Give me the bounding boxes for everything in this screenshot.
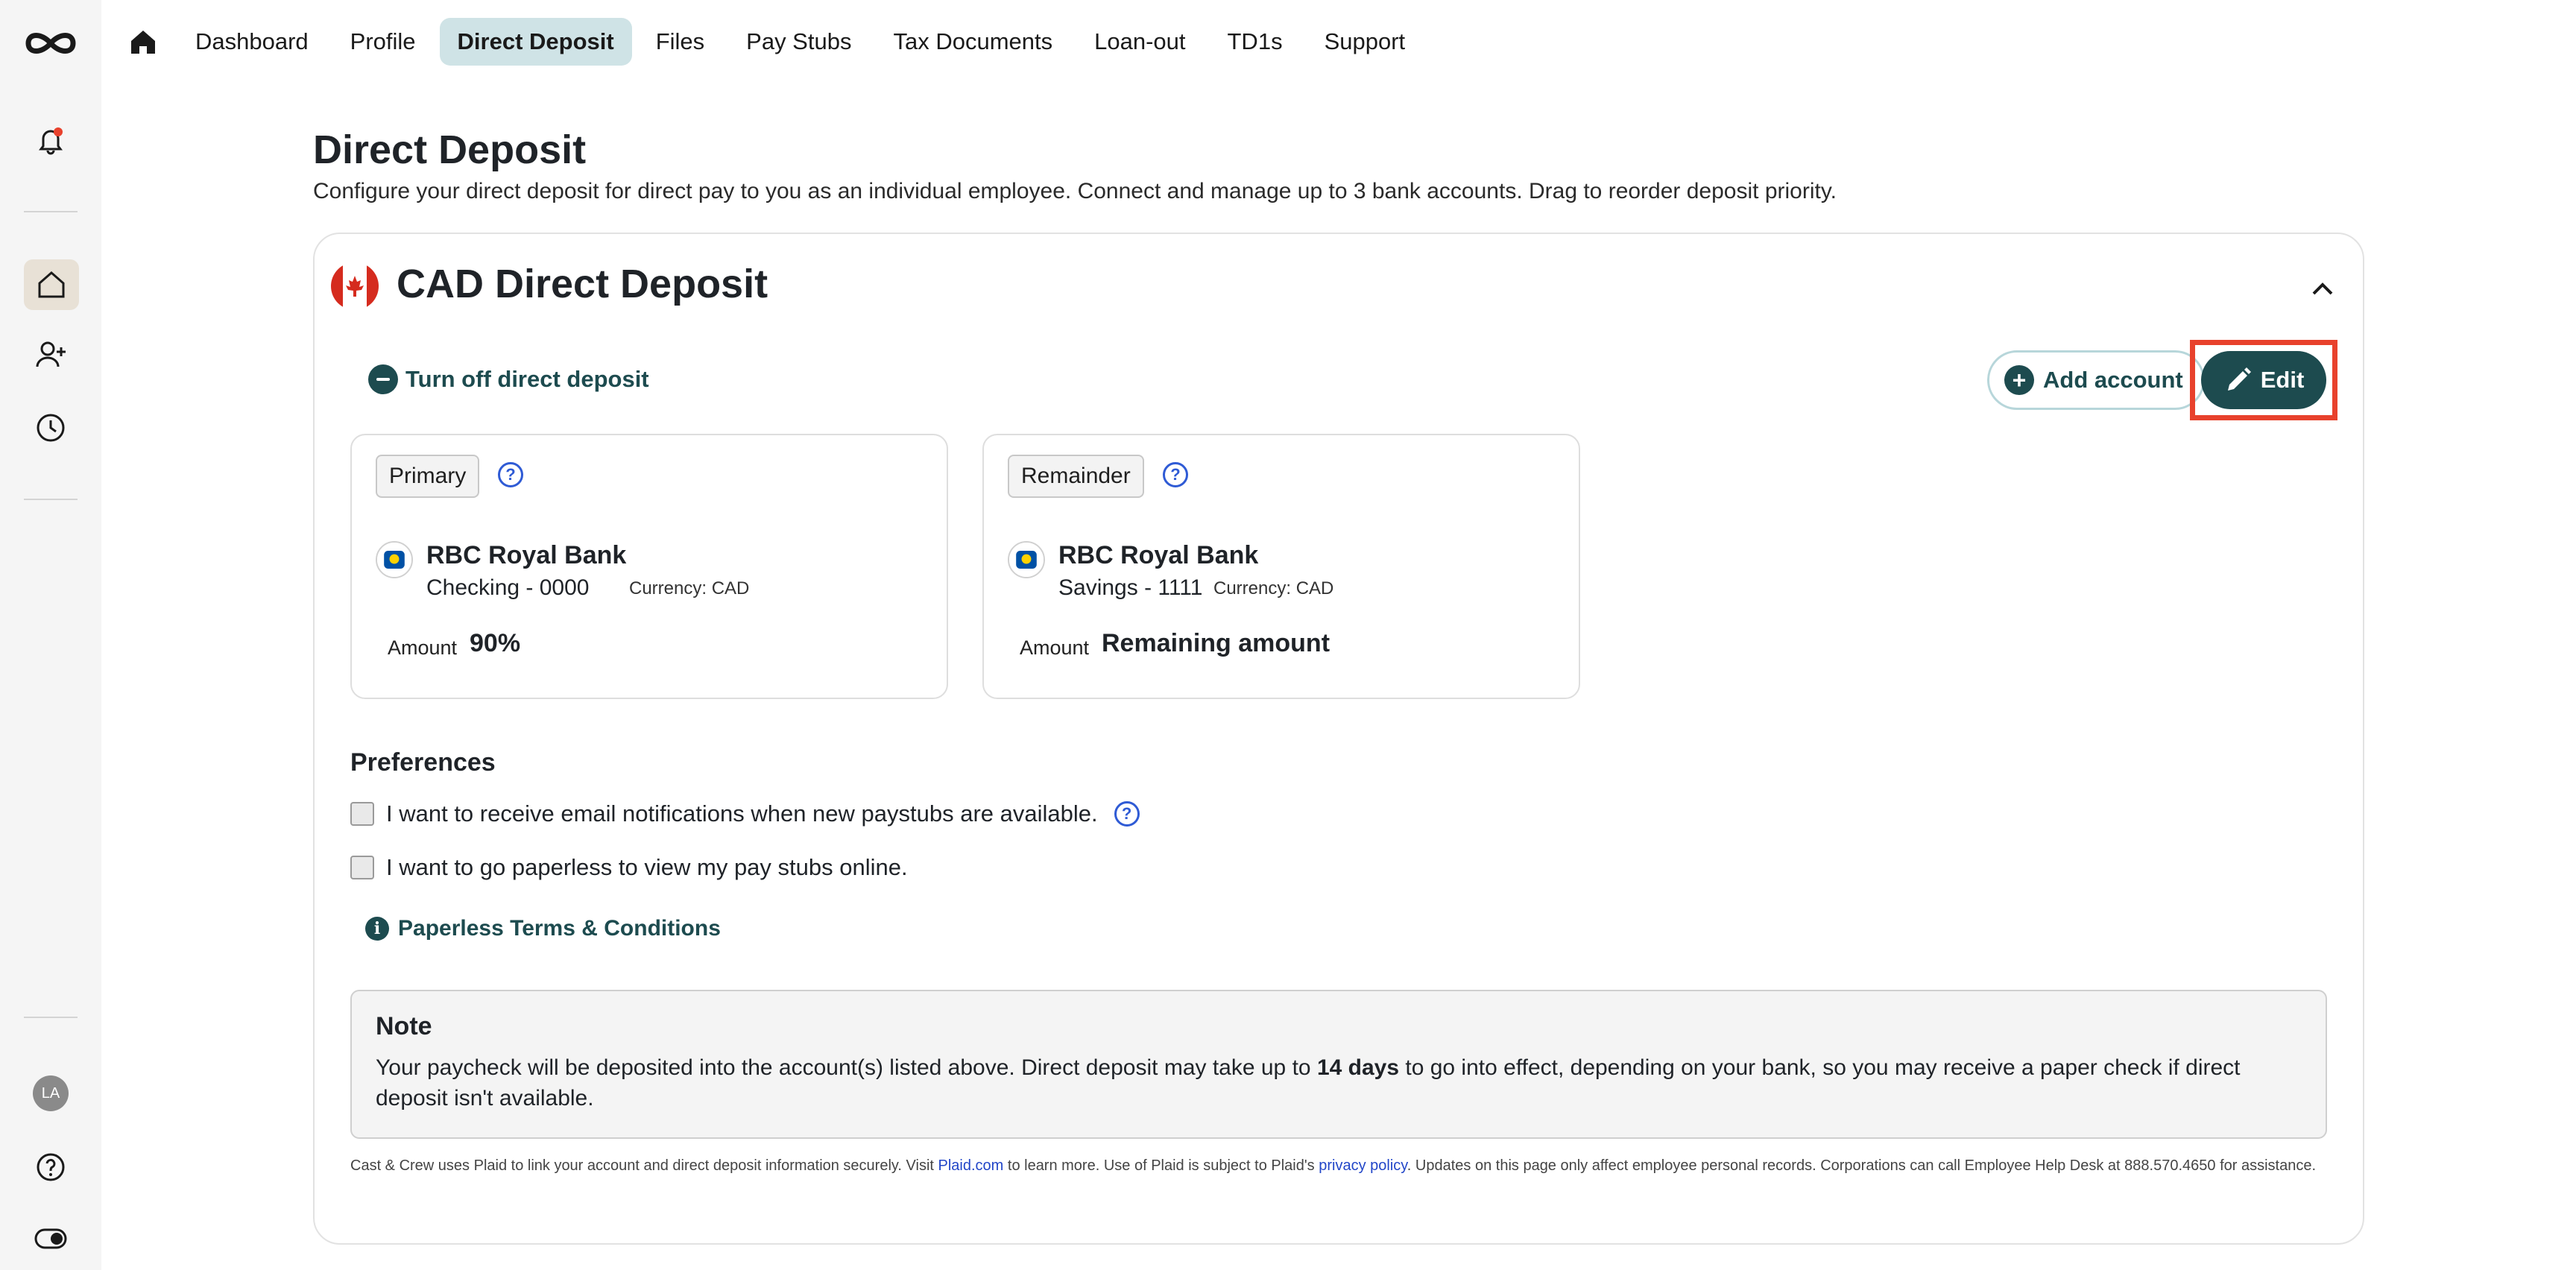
info-icon: i [365,917,389,941]
turn-off-direct-deposit-button[interactable]: Turn off direct deposit [368,364,649,394]
email-notifications-label[interactable]: I want to receive email notifications wh… [386,800,1098,827]
amount-value: Remaining amount [1102,629,1330,657]
account-number: Savings - 1111 [1058,575,1203,600]
nav-files[interactable]: Files [638,18,722,66]
paperless-terms-link[interactable]: i Paperless Terms & Conditions [365,916,721,941]
note-box: Note Your paycheck will be deposited int… [350,990,2327,1139]
home-icon[interactable] [24,259,79,310]
edit-button[interactable]: Edit [2201,351,2326,409]
paperless-terms-label: Paperless Terms & Conditions [398,916,721,941]
note-body-text: Your paycheck will be deposited into the… [376,1055,1317,1080]
page-subtitle: Configure your direct deposit for direct… [313,179,1837,203]
note-body: Your paycheck will be deposited into the… [376,1053,2284,1113]
theme-toggle-icon[interactable] [28,1216,73,1261]
nav-loan-out[interactable]: Loan-out [1076,18,1203,66]
plus-circle-icon: + [2004,365,2034,395]
chevron-up-icon[interactable] [2306,273,2339,306]
question-help-icon[interactable]: ? [1163,462,1188,487]
paperless-row: I want to go paperless to view my pay st… [350,854,908,881]
paperless-checkbox[interactable] [350,856,374,879]
nav-pay-stubs[interactable]: Pay Stubs [728,18,869,66]
account-currency: Currency: CAD [1213,578,1334,598]
priority-badge: Primary [376,455,480,498]
amount-label: Amount [1020,636,1090,659]
nav-dashboard[interactable]: Dashboard [177,18,326,66]
account-card-primary[interactable]: Primary ? RBC Royal Bank Checking - 0000… [350,434,948,699]
footer-text: to learn more. Use of Plaid is subject t… [1003,1157,1319,1174]
card-title: CAD Direct Deposit [397,262,768,306]
sidebar-divider [24,211,78,212]
account-number: Checking - 0000 [426,575,590,600]
account-currency: Currency: CAD [629,578,750,598]
nav-direct-deposit[interactable]: Direct Deposit [439,18,632,66]
edit-label: Edit [2260,367,2305,393]
minus-circle-icon [368,364,398,394]
preferences-title: Preferences [350,748,496,777]
rbc-bank-logo-icon [376,541,413,578]
bank-name: RBC Royal Bank [426,541,627,569]
history-clock-icon[interactable] [28,405,73,450]
footer-text: . Updates on this page only affect emplo… [1407,1157,2317,1174]
home-nav-icon[interactable] [115,18,171,66]
question-help-icon[interactable]: ? [498,462,523,487]
pencil-icon [2227,367,2251,391]
plaid-disclaimer: Cast & Crew uses Plaid to link your acco… [350,1155,2333,1176]
turn-off-label: Turn off direct deposit [405,366,649,392]
sidebar-divider [24,1017,78,1018]
add-user-icon[interactable] [28,332,73,377]
question-help-icon[interactable]: ? [1114,801,1140,827]
brand-logo-icon[interactable] [22,27,79,60]
rbc-bank-logo-icon [1008,541,1045,578]
sidebar-divider [24,499,78,500]
add-account-button[interactable]: + Add account [1987,350,2205,410]
add-account-label: Add account [2043,367,2183,393]
amount-value: 90% [470,629,521,657]
note-title: Note [376,1012,432,1040]
canada-flag-icon [331,262,379,310]
amount-label: Amount [388,636,458,659]
account-card-remainder[interactable]: Remainder ? RBC Royal Bank Savings - 111… [982,434,1580,699]
nav-td1s[interactable]: TD1s [1210,18,1301,66]
cad-direct-deposit-card: CAD Direct Deposit Turn off direct depos… [313,233,2364,1245]
notification-bell-icon[interactable] [28,118,73,162]
page-title: Direct Deposit [313,127,587,172]
paperless-label[interactable]: I want to go paperless to view my pay st… [386,854,908,881]
help-icon[interactable] [28,1145,73,1190]
left-sidebar: LA [0,0,101,1270]
edit-highlight-box: Edit [2190,340,2337,420]
nav-profile[interactable]: Profile [332,18,434,66]
footer-text: Cast & Crew uses Plaid to link your acco… [350,1157,938,1174]
email-notifications-row: I want to receive email notifications wh… [350,800,1140,827]
user-avatar[interactable]: LA [33,1075,69,1111]
nav-support[interactable]: Support [1307,18,1424,66]
bank-name: RBC Royal Bank [1058,541,1259,569]
nav-tax-documents[interactable]: Tax Documents [875,18,1070,66]
email-notifications-checkbox[interactable] [350,802,374,826]
top-navigation: Dashboard Profile Direct Deposit Files P… [101,0,2576,83]
priority-badge: Remainder [1008,455,1144,498]
note-body-bold: 14 days [1316,1055,1400,1080]
plaid-link[interactable]: Plaid.com [938,1157,1004,1174]
privacy-policy-link[interactable]: privacy policy [1319,1157,1407,1174]
